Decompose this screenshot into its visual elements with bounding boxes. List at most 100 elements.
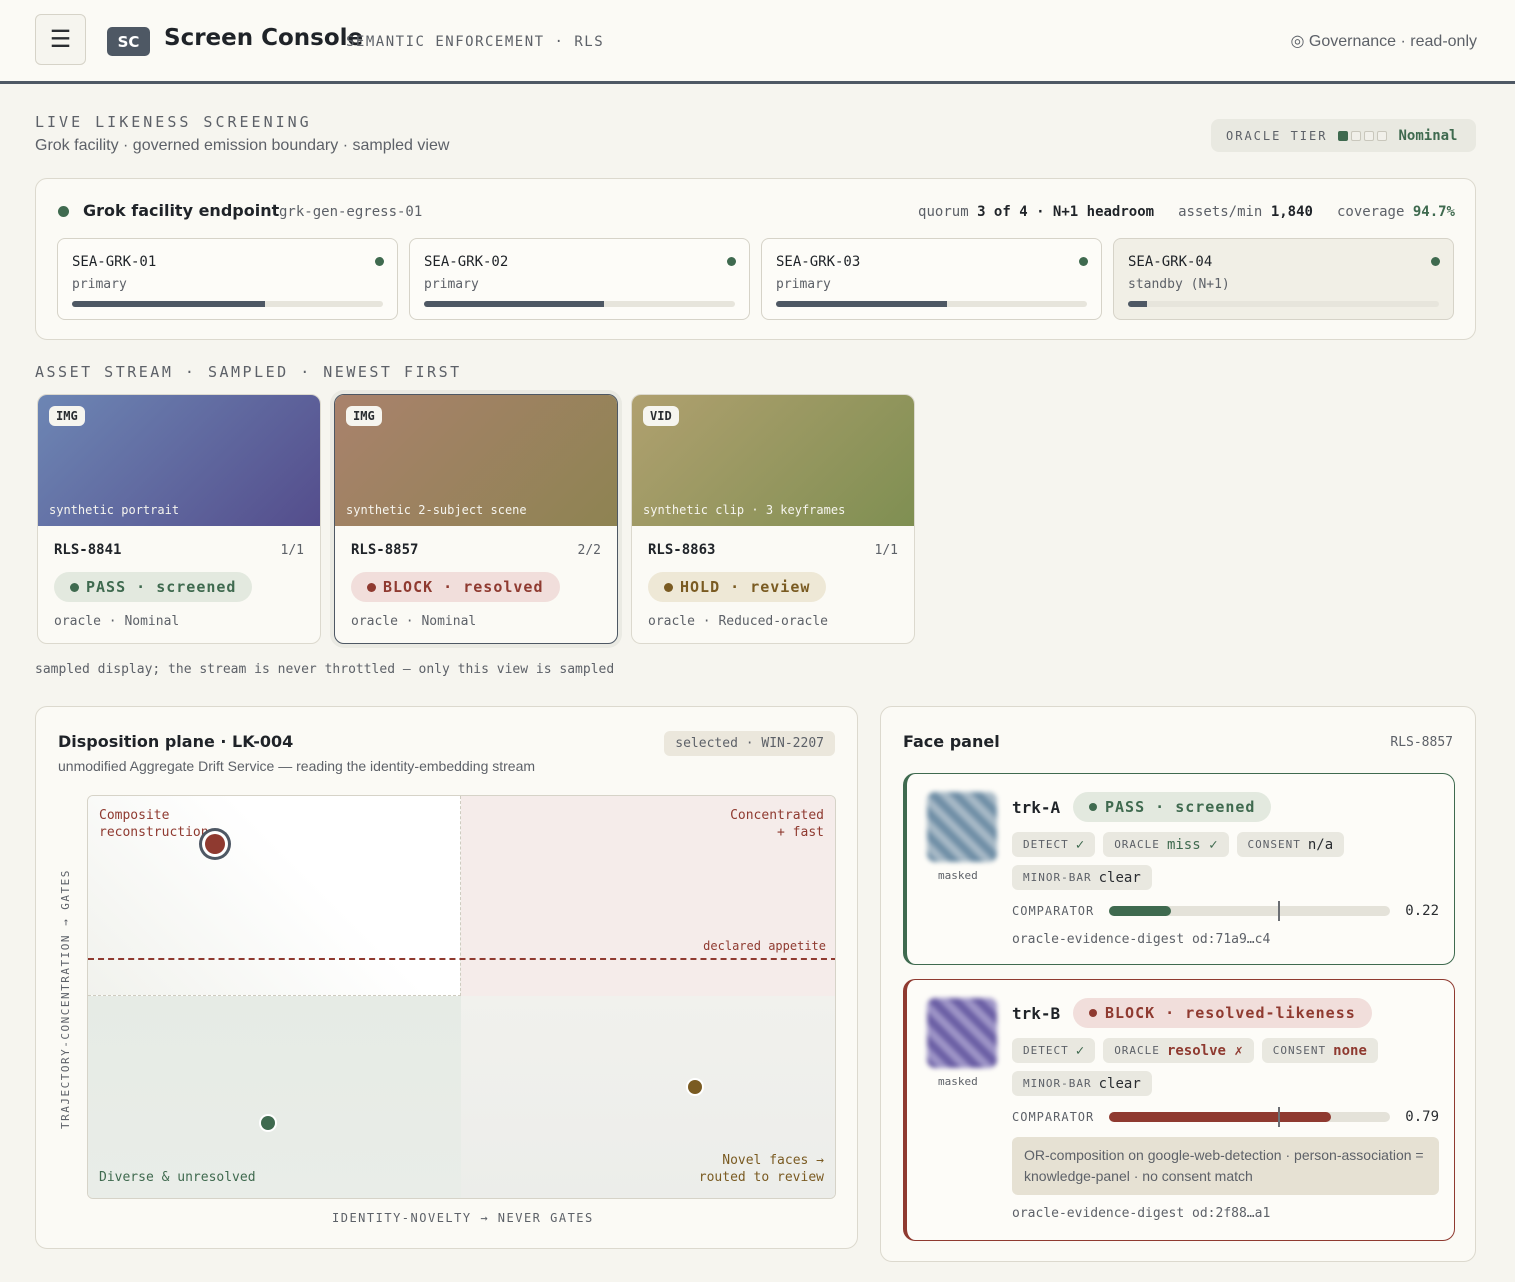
asset-id: RLS-8857 [351, 542, 419, 558]
comparator-fill [1109, 906, 1171, 916]
disposition-plot[interactable]: declared appetite Composite reconstructi… [87, 795, 836, 1199]
track-name: trk-B [1012, 1004, 1061, 1023]
oracle-tier-square [1351, 130, 1362, 141]
asset-status-pill: HOLD · review [648, 572, 827, 602]
node-load-bar [1128, 301, 1439, 307]
governance-status: ◎ Governance · read-only [1290, 31, 1477, 51]
track-card-a[interactable]: masked trk-A PASS · screened DETECT ✓ ORA… [903, 773, 1455, 965]
chip-value: resolve ✗ [1166, 1042, 1243, 1059]
asset-card[interactable]: IMG synthetic portrait RLS-8841 1/1 PASS… [37, 394, 321, 644]
node-card[interactable]: SEA-GRK-01 primary [57, 238, 398, 320]
node-status-dot [1079, 257, 1088, 266]
oracle-tier-meter [1338, 130, 1388, 141]
comparator-threshold-mark [1277, 1107, 1280, 1127]
comparator-fill [1109, 1112, 1331, 1122]
masked-face-avatar [927, 792, 997, 862]
asset-oracle: oracle · Nominal [54, 614, 180, 629]
comparator-bar [1109, 901, 1390, 921]
oracle-tier-value: Nominal [1398, 127, 1458, 144]
asset-card[interactable]: VID synthetic clip · 3 keyframes RLS-886… [631, 394, 915, 644]
node-load-fill [776, 301, 948, 307]
track-status-pill: BLOCK · resolved-likeness [1073, 998, 1372, 1028]
node-card[interactable]: SEA-GRK-03 primary [761, 238, 1102, 320]
chip-key: DETECT [1023, 838, 1069, 851]
rate-label: assets/min [1178, 204, 1263, 220]
app-title: Screen Console [164, 25, 364, 51]
comparator-value: 0.79 [1405, 1109, 1439, 1125]
node-load-fill [72, 301, 265, 307]
menu-icon[interactable]: ☰ [35, 14, 86, 65]
resolution-note: OR-composition on google-web-detection ·… [1012, 1137, 1439, 1195]
quadrant-label-composite: Composite reconstruction [99, 808, 209, 840]
node-load-fill [1128, 301, 1147, 307]
endpoint-card: Grok facility endpoint grk-gen-egress-01… [35, 178, 1476, 340]
screening-subheading: Grok facility · governed emission bounda… [35, 137, 450, 154]
asset-kind-badge: IMG [346, 406, 382, 426]
asset-face-count: 1/1 [874, 543, 898, 558]
track-card-b[interactable]: masked trk-B BLOCK · resolved-likeness D… [903, 979, 1455, 1241]
appetite-threshold-line [88, 957, 835, 960]
comparator-threshold-mark [1277, 901, 1280, 921]
chip-value: miss ✓ [1166, 836, 1218, 853]
chip-minor-bar: MINOR-BAR clear [1012, 1071, 1152, 1096]
disposition-subtitle: unmodified Aggregate Drift Service — rea… [58, 758, 536, 774]
node-card[interactable]: SEA-GRK-02 primary [409, 238, 750, 320]
asset-card-selected[interactable]: IMG synthetic 2-subject scene RLS-8857 2… [334, 394, 618, 644]
node-status-dot [1431, 257, 1440, 266]
scatter-point[interactable] [687, 1079, 702, 1094]
coverage-label: coverage [1336, 204, 1405, 220]
quadrant-label-diverse: Diverse & unresolved [99, 1170, 256, 1185]
quadrant-label-novel: Novel faces → routed to review [698, 1153, 824, 1185]
face-panel-title: Face panel [903, 732, 1000, 751]
chip-key: CONSENT [1272, 1044, 1327, 1057]
oracle-tier-badge: ORACLE TIER Nominal [1211, 119, 1476, 152]
track-status-pill: PASS · screened [1073, 792, 1272, 822]
node-role: standby (N+1) [1128, 277, 1230, 292]
chip-key: MINOR-BAR [1023, 871, 1092, 884]
masked-face-avatar [927, 998, 997, 1068]
node-role: primary [424, 277, 479, 292]
quorum-label: quorum [918, 204, 969, 220]
chip-detect: DETECT ✓ [1012, 832, 1096, 857]
masked-label: masked [938, 869, 978, 882]
asset-status-pill: BLOCK · resolved [351, 572, 560, 602]
stream-heading: ASSET STREAM · SAMPLED · NEWEST FIRST [35, 363, 462, 381]
node-load-bar [72, 301, 383, 307]
node-load-fill [424, 301, 605, 307]
chip-detect: DETECT ✓ [1012, 1038, 1096, 1063]
asset-oracle: oracle · Reduced-oracle [648, 614, 829, 629]
quadrant-label-concentrated: Concentrated + fast [730, 808, 824, 840]
node-status-dot [727, 257, 736, 266]
app-logo: SC [107, 27, 150, 56]
chip-minor-bar: MINOR-BAR clear [1012, 865, 1152, 890]
track-name: trk-A [1012, 798, 1061, 817]
track-chips: DETECT ✓ ORACLE resolve ✗ CONSENT none MINO… [1012, 1038, 1432, 1096]
asset-status-pill: PASS · screened [54, 572, 253, 602]
asset-face-count: 1/1 [280, 543, 304, 558]
top-bar: ☰ SC Screen Console SEMANTIC ENFORCEMENT… [0, 0, 1515, 84]
chip-value: ✓ [1075, 836, 1085, 853]
asset-caption: synthetic 2-subject scene [346, 503, 527, 517]
rate-value: 1,840 [1270, 204, 1313, 220]
face-panel-record: RLS-8857 [1390, 735, 1453, 750]
app-subtitle: SEMANTIC ENFORCEMENT · RLS [346, 34, 605, 50]
chip-value: n/a [1307, 836, 1334, 853]
chip-value: clear [1098, 869, 1141, 886]
evidence-digest: oracle-evidence-digest od:2f88…a1 [1012, 1206, 1271, 1221]
comparator-bar [1109, 1107, 1390, 1127]
asset-face-count: 2/2 [577, 543, 601, 558]
oracle-tier-square [1377, 130, 1388, 141]
chip-key: CONSENT [1247, 838, 1301, 851]
chip-value: none [1333, 1042, 1367, 1059]
endpoint-status-dot [58, 206, 69, 217]
oracle-tier-label: ORACLE TIER [1226, 128, 1328, 143]
masked-label: masked [938, 1075, 978, 1088]
node-role: primary [776, 277, 831, 292]
scatter-point[interactable] [260, 1116, 275, 1131]
governance-icon: ◎ [1290, 33, 1305, 50]
track-chips: DETECT ✓ ORACLE miss ✓ CONSENT n/a MINOR-BA… [1012, 832, 1432, 890]
node-card-standby[interactable]: SEA-GRK-04 standby (N+1) [1113, 238, 1454, 320]
endpoint-stats: quorum 3 of 4 · N+1 headroom assets/min … [918, 204, 1455, 220]
screening-heading: LIVE LIKENESS SCREENING [35, 113, 312, 131]
asset-oracle: oracle · Nominal [351, 614, 477, 629]
